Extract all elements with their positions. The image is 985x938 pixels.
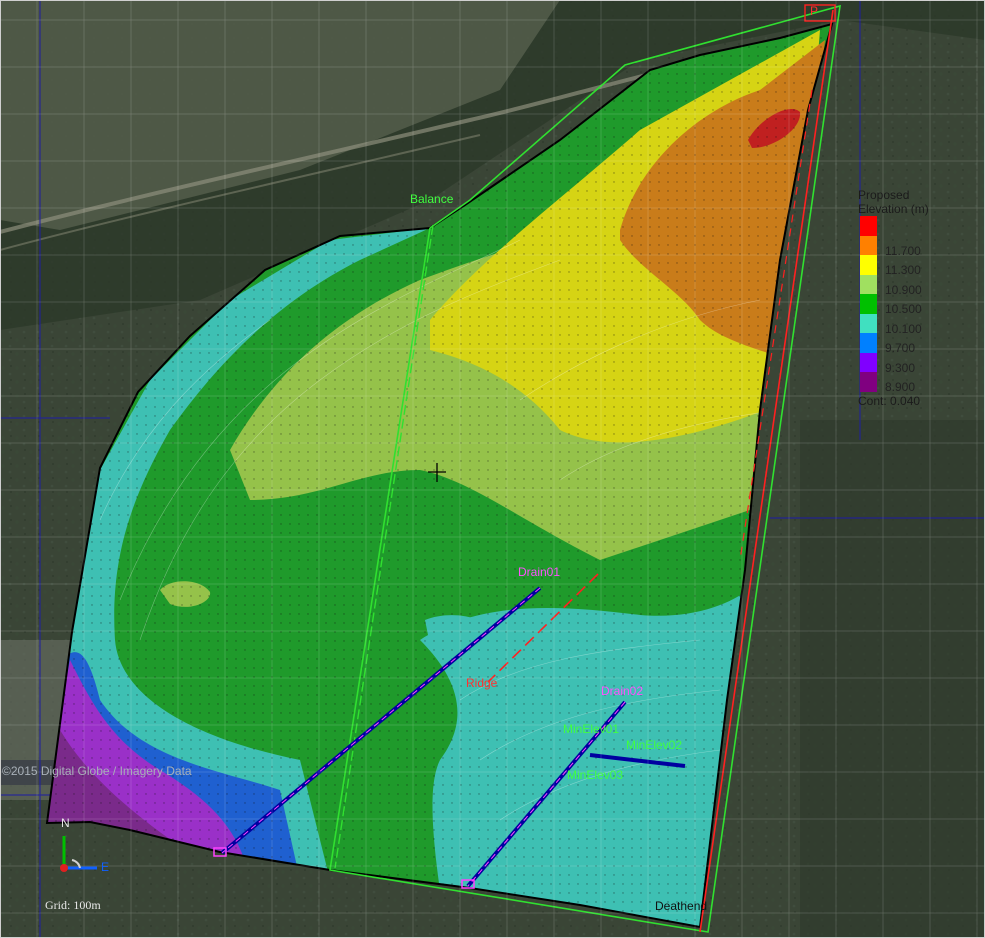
balance-label[interactable]: Balance [410,192,453,206]
minelev02-label[interactable]: MinElev02 [626,738,682,752]
legend-row: 11.700 [858,235,970,258]
elevation-legend: Proposed Elevation (m) 11.700 11.300 10.90… [858,188,970,408]
deathend-label[interactable]: Deathend [655,899,707,913]
legend-row: 10.900 [858,274,970,297]
legend-swatch [860,294,877,314]
drain02-label[interactable]: Drain02 [601,684,643,698]
legend-swatch [860,333,877,353]
legend-label: 8.900 [885,380,916,394]
north-label: N [61,816,70,830]
contour-interval: Cont: 0.040 [858,393,921,408]
legend-swatch [860,274,877,294]
legend-swatch [860,216,877,236]
imagery-copyright: ©2015 Digital Globe / Imagery Data [2,764,192,778]
legend-row: 9.300 [858,352,970,375]
legend-rows: 11.700 11.300 10.900 10.500 10.100 9.700 9.300… [858,216,970,394]
legend-row: 9.700 [858,333,970,355]
legend-row: 11.300 [858,255,970,277]
legend-swatch [860,352,877,372]
legend-row: 10.500 [858,294,970,316]
legend-row [858,216,970,236]
grid-scale-label: Grid: 100m [45,898,101,912]
legend-swatch [860,255,877,275]
corner-point-label[interactable]: P [810,4,818,18]
legend-title: Proposed Elevation (m) [858,188,929,216]
map-viewport[interactable]: Balance Drain01 Ridge Drain02 MinElev01 … [0,0,985,938]
map-canvas[interactable] [0,0,985,938]
dark-field-east [800,420,985,938]
legend-swatch [860,235,877,255]
minelev03-label[interactable]: MinElev03 [567,768,623,782]
legend-row: 8.900 [858,372,970,394]
legend-swatch [860,372,877,392]
minelev01-label[interactable]: MinElev01 [563,722,619,736]
ridge-label[interactable]: Ridge [466,676,497,690]
drain01-label[interactable]: Drain01 [518,565,560,579]
east-label: E [101,860,110,874]
legend-row: 10.100 [858,313,970,336]
legend-swatch [860,313,877,333]
